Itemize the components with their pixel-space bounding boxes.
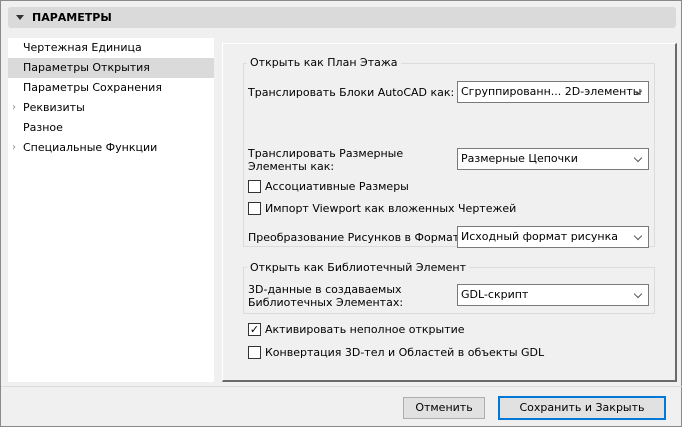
collapse-triangle-icon bbox=[16, 15, 24, 20]
chevron-down-icon bbox=[633, 231, 643, 241]
checkbox-label: Ассоциативные Размеры bbox=[265, 180, 409, 193]
sidebar-item-save-options[interactable]: Параметры Сохранения bbox=[8, 78, 214, 98]
section-header-parameters[interactable]: ПАРАМЕТРЫ bbox=[8, 7, 676, 28]
partial-open-checkbox[interactable]: ✓ Активировать неполное открытие bbox=[248, 323, 465, 336]
checkbox-label: Активировать неполное открытие bbox=[265, 323, 465, 336]
blocks-dropdown[interactable]: Сгруппированн... 2D-элементы bbox=[457, 81, 649, 103]
group-title: Открыть как План Этажа bbox=[247, 56, 401, 69]
dropdown-value: Исходный формат рисунка bbox=[461, 230, 618, 243]
footer-divider bbox=[1, 386, 682, 387]
chevron-right-icon[interactable]: › bbox=[12, 138, 16, 158]
cancel-button[interactable]: Отменить bbox=[403, 397, 485, 419]
save-and-close-button[interactable]: Сохранить и Закрыть bbox=[498, 396, 666, 420]
images-label: Преобразование Рисунков в Формат: bbox=[248, 231, 463, 244]
checkbox-box[interactable] bbox=[248, 202, 261, 215]
sidebar-item-label: Разное bbox=[23, 121, 63, 134]
checkbox-box[interactable] bbox=[248, 180, 261, 193]
sidebar: Чертежная Единица Параметры Открытия Пар… bbox=[8, 38, 214, 382]
checkbox-label: Конвертация 3D-тел и Областей в объекты … bbox=[265, 346, 545, 359]
data3d-label: 3D-данные в создаваемых Библиотечных Эле… bbox=[248, 283, 404, 309]
data3d-dropdown[interactable]: GDL-скрипт bbox=[457, 284, 649, 306]
images-format-dropdown[interactable]: Исходный формат рисунка bbox=[457, 226, 649, 248]
blocks-label: Транслировать Блоки AutoCAD как: bbox=[248, 86, 455, 99]
sidebar-item-open-options[interactable]: Параметры Открытия bbox=[8, 58, 214, 78]
sidebar-item-label: Специальные Функции bbox=[23, 141, 158, 154]
dims-label: Транслировать Размерные Элементы как: bbox=[248, 147, 404, 173]
sidebar-item-attributes[interactable]: › Реквизиты bbox=[8, 98, 214, 118]
sidebar-item-special-functions[interactable]: › Специальные Функции bbox=[8, 138, 214, 158]
group-title: Открыть как Библиотечный Элемент bbox=[247, 261, 470, 274]
section-title: ПАРАМЕТРЫ bbox=[32, 11, 112, 24]
dropdown-value: Размерные Цепочки bbox=[461, 152, 578, 165]
sidebar-item-label: Чертежная Единица bbox=[23, 41, 142, 54]
convert-gdl-checkbox[interactable]: Конвертация 3D-тел и Областей в объекты … bbox=[248, 346, 544, 359]
checkmark-icon[interactable]: ✓ bbox=[248, 323, 261, 336]
checkbox-box[interactable] bbox=[248, 346, 261, 359]
dims-dropdown[interactable]: Размерные Цепочки bbox=[457, 148, 649, 170]
sidebar-item-drawing-unit[interactable]: Чертежная Единица bbox=[8, 38, 214, 58]
chevron-down-icon bbox=[633, 289, 643, 299]
sidebar-item-label: Параметры Открытия bbox=[23, 61, 150, 74]
sidebar-item-label: Реквизиты bbox=[23, 101, 85, 114]
sidebar-item-misc[interactable]: Разное bbox=[8, 118, 214, 138]
dropdown-value: GDL-скрипт bbox=[461, 288, 529, 301]
sidebar-item-label: Параметры Сохранения bbox=[23, 81, 162, 94]
viewport-import-checkbox[interactable]: Импорт Viewport как вложенных Чертежей bbox=[248, 202, 516, 215]
checkbox-label: Импорт Viewport как вложенных Чертежей bbox=[265, 202, 517, 215]
assoc-dims-checkbox[interactable]: Ассоциативные Размеры bbox=[248, 180, 409, 193]
chevron-right-icon[interactable]: › bbox=[12, 98, 16, 118]
dropdown-value: Сгруппированн... 2D-элементы bbox=[461, 85, 642, 98]
chevron-down-icon bbox=[633, 153, 643, 163]
